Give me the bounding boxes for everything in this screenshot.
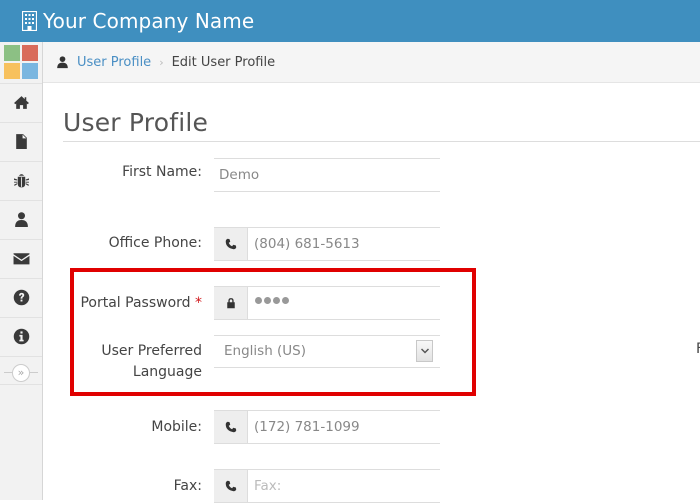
home-icon: [13, 96, 29, 109]
phone-icon: [225, 238, 236, 250]
breadcrumb: User Profile › Edit User Profile: [43, 42, 700, 83]
building-icon: [22, 11, 37, 31]
sidebar-item-bugs[interactable]: [0, 161, 42, 200]
envelope-icon: [13, 253, 29, 265]
office-phone-addon: [214, 228, 248, 260]
preferred-language-label: User Preferred Language: [52, 341, 202, 383]
info-icon: [13, 328, 29, 345]
sidebar: »: [0, 42, 43, 500]
required-asterisk: *: [195, 295, 202, 311]
breadcrumb-separator: ›: [159, 55, 164, 69]
portal-password-addon: [214, 287, 248, 319]
lock-icon: [226, 298, 235, 309]
phone-icon: [225, 480, 236, 492]
portal-password-label-text: Portal Password: [80, 295, 191, 311]
portal-password-input[interactable]: [255, 297, 289, 304]
breadcrumb-current: Edit User Profile: [171, 54, 276, 70]
office-phone-label: Office Phone:: [108, 235, 202, 251]
mobile-label: Mobile:: [151, 419, 202, 435]
mobile-field-wrapper: [214, 410, 440, 444]
title-divider: [63, 141, 700, 142]
chevron-down-icon: [420, 348, 429, 354]
sidebar-item-user[interactable]: [0, 200, 42, 239]
breadcrumb-link-user-profile[interactable]: User Profile: [77, 55, 151, 70]
preferred-language-select[interactable]: English (US): [214, 335, 440, 368]
preferred-language-label-line2: Language: [132, 364, 202, 380]
first-name-field-wrapper: [214, 158, 440, 192]
top-header-bar: Your Company Name: [0, 0, 700, 42]
sidebar-collapse-toggle[interactable]: »: [0, 362, 42, 384]
document-icon: [15, 134, 27, 149]
sidebar-item-help[interactable]: [0, 278, 42, 317]
first-name-input[interactable]: [219, 159, 434, 191]
sidebar-item-documents[interactable]: [0, 122, 42, 161]
fax-addon: [214, 470, 248, 502]
first-name-label: First Name:: [122, 164, 202, 180]
fax-label: Fax:: [173, 478, 202, 494]
portal-password-field-wrapper: [214, 286, 440, 320]
fax-input[interactable]: [254, 470, 434, 502]
page-title: User Profile: [63, 108, 209, 137]
user-icon: [57, 56, 68, 69]
bug-icon: [13, 174, 29, 188]
user-icon: [14, 212, 28, 227]
portal-password-label: Portal Password *: [52, 295, 202, 311]
question-icon: [13, 289, 29, 306]
mobile-addon: [214, 411, 248, 443]
mobile-input[interactable]: [254, 411, 434, 443]
company-name[interactable]: Your Company Name: [43, 9, 254, 33]
sidebar-item-info[interactable]: [0, 317, 42, 356]
cut-off-label: F: [696, 341, 700, 357]
office-phone-input[interactable]: [254, 228, 434, 260]
fax-field-wrapper: [214, 469, 440, 503]
preferred-language-value: English (US): [224, 343, 307, 359]
app-logo[interactable]: [4, 45, 38, 79]
preferred-language-label-line1: User Preferred: [101, 343, 202, 359]
sidebar-item-messages[interactable]: [0, 239, 42, 278]
phone-icon: [225, 421, 236, 433]
sidebar-item-home[interactable]: [0, 83, 42, 122]
double-chevron-right-icon: »: [12, 364, 30, 382]
dropdown-button[interactable]: [416, 340, 433, 362]
office-phone-field-wrapper: [214, 227, 440, 261]
